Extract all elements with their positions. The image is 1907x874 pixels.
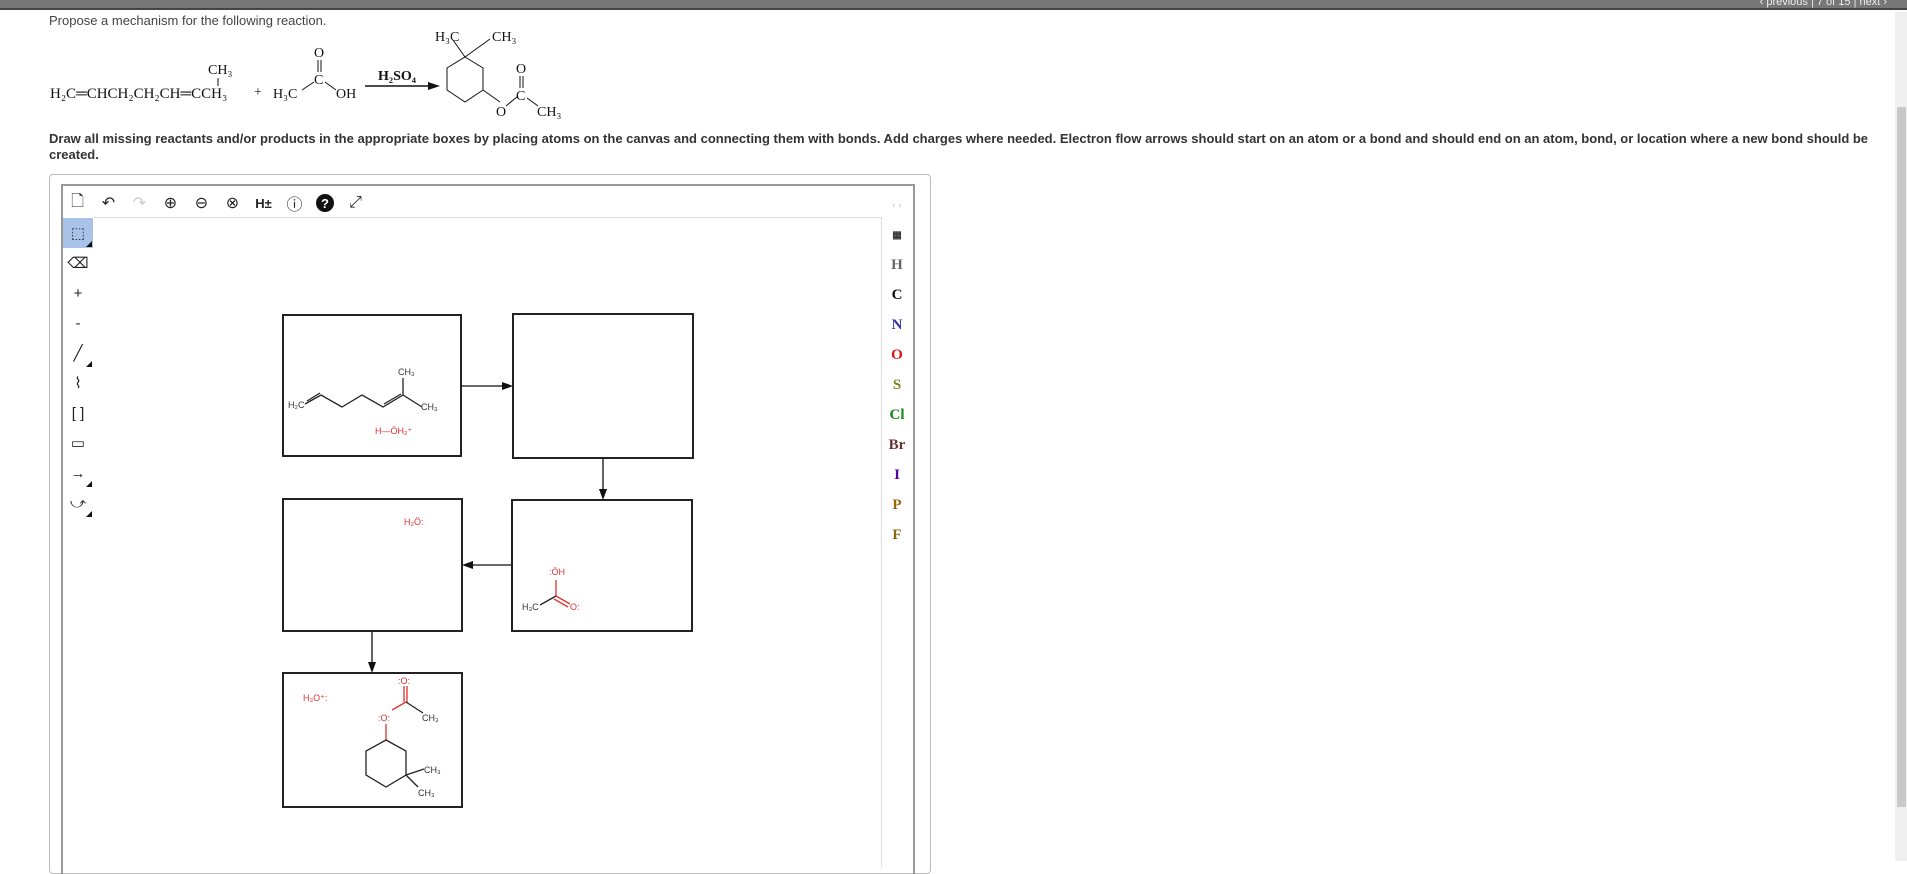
arrow-2-to-4 — [599, 489, 607, 500]
mechanism-box-4[interactable] — [511, 499, 693, 632]
box5-hydronium: H₃O⁺: — [303, 693, 327, 703]
box4-carbonyl-o: O: — [570, 602, 580, 612]
box5-ch3-acetyl: CH₃ — [422, 713, 439, 723]
box1-h2c: H₂C — [288, 400, 305, 410]
box5-ch3-gem-2: CH₃ — [418, 788, 435, 798]
arrow-4-to-3 — [462, 561, 473, 569]
box1-ch3-right: CH₃ — [421, 402, 438, 412]
mechanism-box-1[interactable] — [282, 314, 462, 457]
mechanism-box-3[interactable] — [282, 498, 463, 632]
box4-h3c: H₃C — [522, 602, 539, 612]
box5-ch3-gem-1: CH₃ — [424, 765, 441, 775]
box1-hydronium: H—ÖH₂⁺ — [375, 426, 412, 436]
box5-carbonyl-o: :O: — [398, 676, 410, 686]
box5-ester-o: :O: — [378, 713, 390, 723]
box3-water: H₂Ö: — [404, 517, 424, 527]
arrow-3-to-5 — [368, 662, 376, 673]
mechanism-drawing: H₂C CH₃ CH₃ H—ÖH₂⁺ H₂Ö: :ÖH H₃C O: H₃O⁺:… — [282, 313, 694, 808]
box4-oh: :ÖH — [549, 567, 565, 577]
box1-ch3-top: CH₃ — [398, 367, 415, 377]
mechanism-box-2[interactable] — [512, 313, 694, 459]
arrow-1-to-2 — [502, 382, 513, 390]
